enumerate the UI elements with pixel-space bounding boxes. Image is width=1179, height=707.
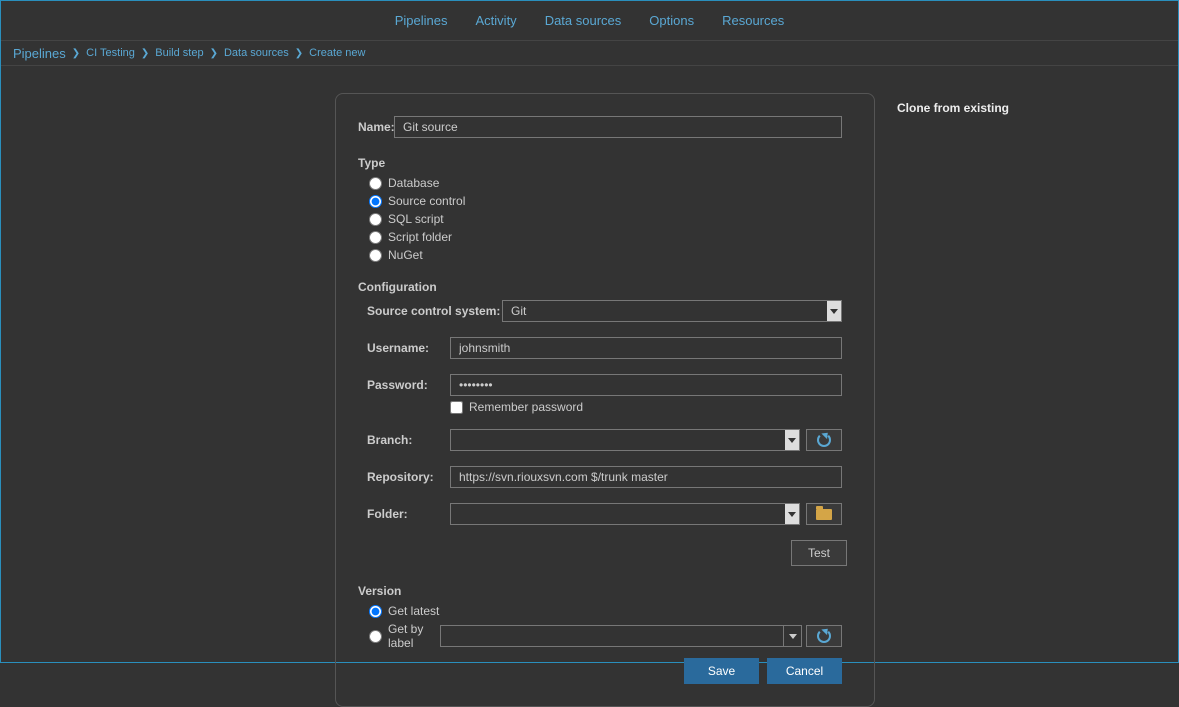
chevron-right-icon: ❯ xyxy=(210,48,218,59)
folder-select[interactable] xyxy=(450,503,800,525)
version-refresh-button[interactable] xyxy=(806,625,842,647)
username-input[interactable] xyxy=(450,337,842,359)
type-label-database[interactable]: Database xyxy=(388,176,439,190)
folder-browse-button[interactable] xyxy=(806,503,842,525)
version-label-by-label[interactable]: Get by label xyxy=(388,622,436,650)
branch-label: Branch: xyxy=(367,433,450,447)
version-label-latest[interactable]: Get latest xyxy=(388,604,439,618)
test-button[interactable]: Test xyxy=(791,540,847,566)
chevron-down-icon[interactable] xyxy=(785,504,799,524)
type-radio-database[interactable] xyxy=(369,177,382,190)
remember-password-checkbox[interactable] xyxy=(450,401,463,414)
form-panel: Name: Type Database Source control SQL s… xyxy=(335,93,875,707)
breadcrumb-data-sources[interactable]: Data sources xyxy=(224,47,289,59)
version-radio-by-label[interactable] xyxy=(369,630,382,643)
password-input[interactable] xyxy=(450,374,842,396)
folder-icon xyxy=(816,509,832,520)
nav-activity[interactable]: Activity xyxy=(476,13,517,28)
refresh-icon xyxy=(817,629,831,643)
version-label-value xyxy=(441,626,783,646)
username-label: Username: xyxy=(367,341,450,355)
remember-password-label[interactable]: Remember password xyxy=(469,400,583,414)
scs-select[interactable]: Git xyxy=(502,300,842,322)
type-radio-source-control[interactable] xyxy=(369,195,382,208)
type-radio-sql-script[interactable] xyxy=(369,213,382,226)
branch-select-value xyxy=(451,430,785,450)
nav-resources[interactable]: Resources xyxy=(722,13,784,28)
nav-options[interactable]: Options xyxy=(649,13,694,28)
scs-select-value: Git xyxy=(503,301,827,321)
type-label-sql-script[interactable]: SQL script xyxy=(388,212,444,226)
version-radio-latest[interactable] xyxy=(369,605,382,618)
password-label: Password: xyxy=(367,378,450,392)
version-label-select[interactable] xyxy=(440,625,802,647)
clone-from-existing-link[interactable]: Clone from existing xyxy=(897,101,1009,115)
breadcrumb-build-step[interactable]: Build step xyxy=(155,47,203,59)
refresh-icon xyxy=(817,433,831,447)
breadcrumb-pipelines[interactable]: Pipelines xyxy=(13,46,66,61)
folder-label: Folder: xyxy=(367,507,450,521)
breadcrumb: Pipelines ❯ CI Testing ❯ Build step ❯ Da… xyxy=(1,41,1178,66)
chevron-down-icon[interactable] xyxy=(783,626,801,646)
chevron-right-icon: ❯ xyxy=(72,48,80,59)
chevron-right-icon: ❯ xyxy=(141,48,149,59)
type-radio-group: Database Source control SQL script Scrip… xyxy=(369,176,842,262)
type-section-title: Type xyxy=(358,156,842,170)
repository-label: Repository: xyxy=(367,470,450,484)
nav-data-sources[interactable]: Data sources xyxy=(545,13,622,28)
branch-select[interactable] xyxy=(450,429,800,451)
repository-input[interactable] xyxy=(450,466,842,488)
type-radio-nuget[interactable] xyxy=(369,249,382,262)
chevron-right-icon: ❯ xyxy=(295,48,303,59)
breadcrumb-create-new[interactable]: Create new xyxy=(309,47,365,59)
config-section-title: Configuration xyxy=(358,280,842,294)
save-button[interactable]: Save xyxy=(684,658,759,684)
chevron-down-icon[interactable] xyxy=(785,430,799,450)
name-input[interactable] xyxy=(394,116,842,138)
cancel-button[interactable]: Cancel xyxy=(767,658,842,684)
scs-label: Source control system: xyxy=(367,304,502,318)
top-nav: Pipelines Activity Data sources Options … xyxy=(1,1,1178,41)
side-panel: Clone from existing xyxy=(897,93,1009,707)
name-label: Name: xyxy=(358,120,394,134)
chevron-down-icon[interactable] xyxy=(827,301,841,321)
breadcrumb-ci-testing[interactable]: CI Testing xyxy=(86,47,135,59)
nav-pipelines[interactable]: Pipelines xyxy=(395,13,448,28)
type-label-source-control[interactable]: Source control xyxy=(388,194,465,208)
version-section-title: Version xyxy=(358,584,842,598)
folder-select-value xyxy=(451,504,785,524)
type-label-script-folder[interactable]: Script folder xyxy=(388,230,452,244)
branch-refresh-button[interactable] xyxy=(806,429,842,451)
type-label-nuget[interactable]: NuGet xyxy=(388,248,423,262)
type-radio-script-folder[interactable] xyxy=(369,231,382,244)
